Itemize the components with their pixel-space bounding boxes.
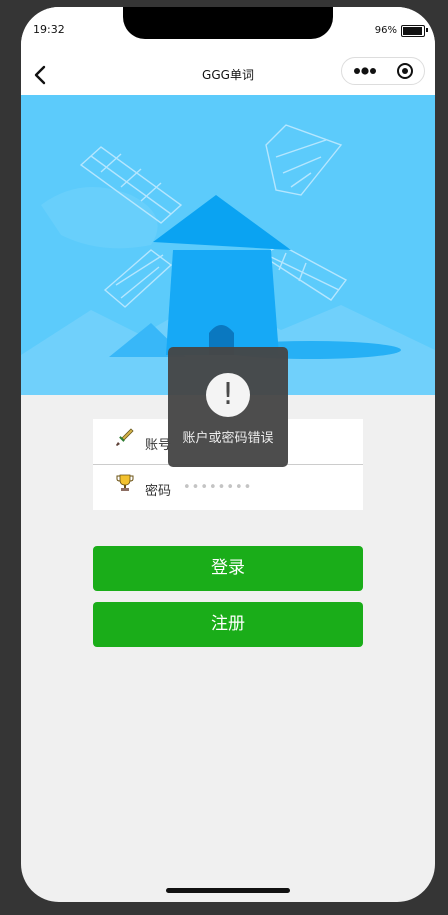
password-label: 密码 (145, 484, 172, 499)
battery-icon (401, 25, 425, 37)
device-notch (123, 7, 333, 39)
error-toast: ! 账户或密码错误 (168, 347, 288, 467)
password-input[interactable] (183, 473, 353, 501)
trophy-icon (116, 474, 134, 491)
battery-tip (426, 28, 428, 32)
mini-program-capsule (341, 57, 425, 85)
battery-level (403, 27, 423, 35)
battery-percent: 96% (374, 25, 397, 36)
target-circle-icon[interactable] (392, 60, 418, 82)
toast-message: 账户或密码错误 (182, 431, 274, 446)
more-dots-icon[interactable] (348, 60, 382, 82)
phone-screen: 19:32 96% GGG单词 账号 密码 登录 注册 ! 账户或密码错误 (21, 7, 435, 902)
navigation-bar: GGG单词 (21, 53, 435, 95)
login-button[interactable]: 登录 (93, 546, 363, 591)
home-indicator[interactable] (166, 888, 290, 893)
exclamation-icon: ! (206, 373, 250, 417)
password-row: 密码 (93, 464, 363, 510)
sword-icon (116, 428, 134, 446)
status-time: 19:32 (33, 23, 65, 36)
register-button[interactable]: 注册 (93, 602, 363, 647)
